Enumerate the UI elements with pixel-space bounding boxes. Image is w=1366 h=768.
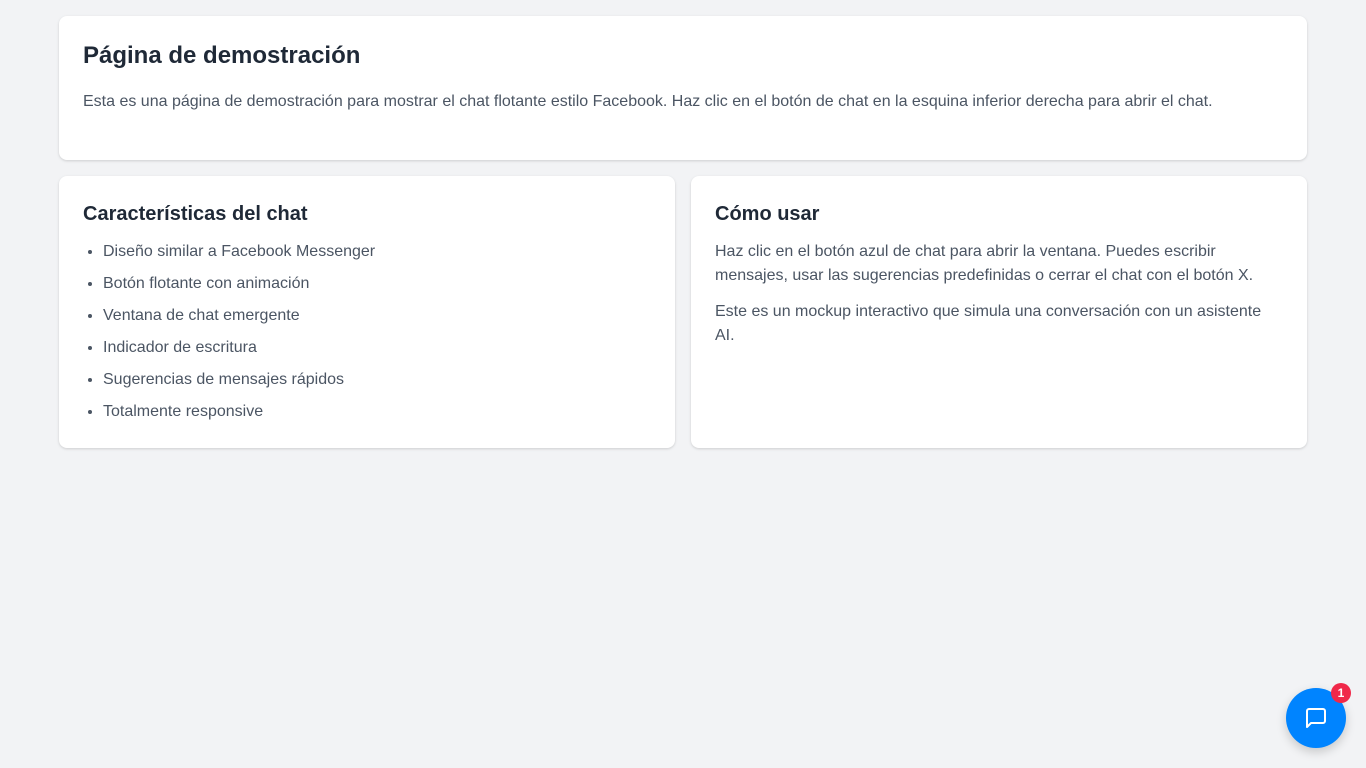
unread-badge: 1 [1331,683,1351,703]
usage-card: Cómo usar Haz clic en el botón azul de c… [691,176,1307,448]
page-content: Página de demostración Esta es una págin… [59,16,1307,448]
usage-note: Este es un mockup interactivo que simula… [715,303,1262,344]
intro-description: Esta es una página de demostración para … [83,93,1213,110]
features-title: Características del chat [83,203,308,225]
chat-bubble-icon [1306,708,1326,728]
features-list: Diseño similar a Facebook Messenger Botó… [83,240,651,424]
feature-item: Ventana de chat emergente [103,304,651,328]
usage-title: Cómo usar [715,203,820,225]
page-title: Página de demostración [83,42,361,69]
features-card: Características del chat Diseño similar … [59,176,675,448]
intro-card: Página de demostración Esta es una págin… [59,16,1307,160]
feature-item: Diseño similar a Facebook Messenger [103,240,651,264]
feature-item: Indicador de escritura [103,336,651,360]
feature-item: Sugerencias de mensajes rápidos [103,368,651,392]
usage-instructions: Haz clic en el botón azul de chat para a… [715,243,1254,284]
feature-item: Totalmente responsive [103,400,651,424]
info-cards-row: Características del chat Diseño similar … [59,176,1307,448]
feature-item: Botón flotante con animación [103,272,651,296]
